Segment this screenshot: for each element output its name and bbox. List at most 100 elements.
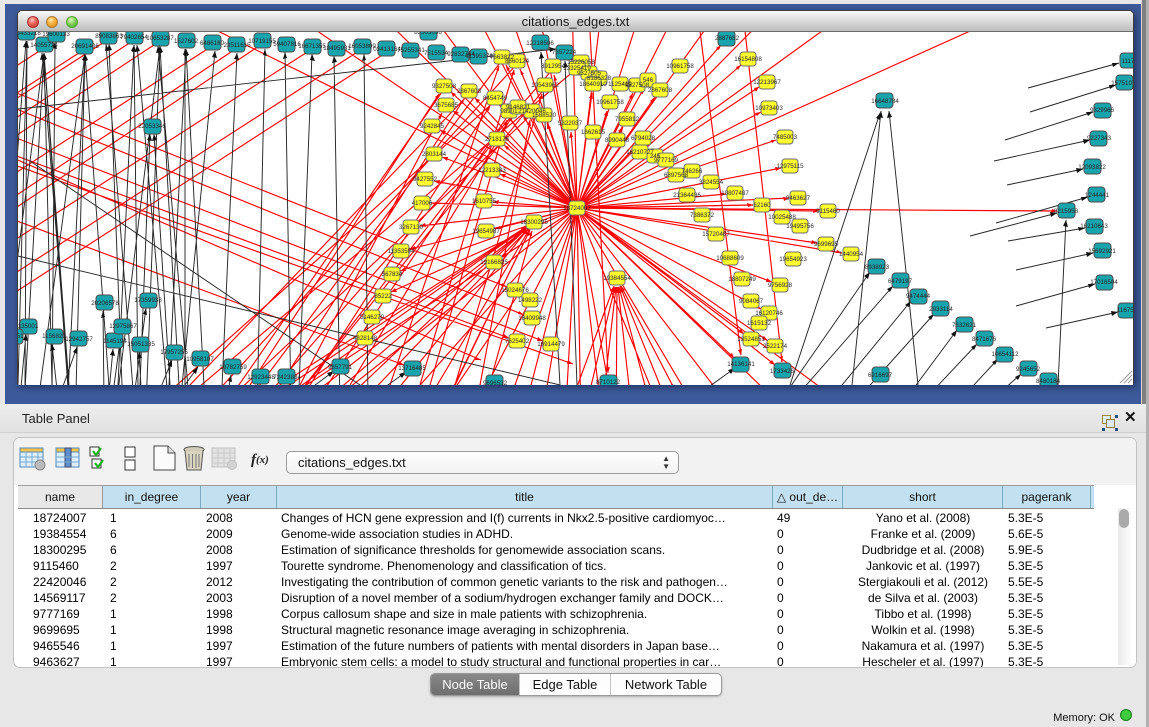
svg-text:10654112: 10654112 <box>991 351 1019 358</box>
svg-text:10719155: 10719155 <box>248 38 276 45</box>
svg-text:15720407: 15720407 <box>702 231 730 238</box>
svg-text:20691406: 20691406 <box>71 43 99 50</box>
svg-text:2933114: 2933114 <box>929 306 953 313</box>
svg-text:6466160: 6466160 <box>200 40 225 47</box>
svg-text:13524851: 13524851 <box>737 336 765 343</box>
svg-text:8660124: 8660124 <box>505 58 530 65</box>
svg-text:10961758: 10961758 <box>596 99 624 106</box>
svg-text:3824554: 3824554 <box>699 179 724 186</box>
svg-text:8480184: 8480184 <box>1036 378 1061 385</box>
svg-text:11353594: 11353594 <box>387 248 415 255</box>
svg-text:7955812: 7955812 <box>615 116 640 123</box>
svg-text:9329966: 9329966 <box>1090 107 1115 114</box>
svg-text:16154808: 16154808 <box>734 56 762 63</box>
svg-text:9699695: 9699695 <box>814 241 839 248</box>
svg-text:10653287: 10653287 <box>146 35 174 42</box>
svg-text:75255341: 75255341 <box>397 47 425 54</box>
svg-text:1125419: 1125419 <box>608 81 632 88</box>
svg-text:2803144: 2803144 <box>422 151 447 158</box>
svg-text:9696532: 9696532 <box>483 380 508 385</box>
svg-text:1733426: 1733426 <box>770 368 795 375</box>
svg-text:417006: 417006 <box>412 200 433 207</box>
svg-text:18724007: 18724007 <box>563 205 591 212</box>
svg-text:2867608: 2867608 <box>648 87 673 94</box>
svg-text:2887682: 2887682 <box>715 35 740 42</box>
svg-text:7357224: 7357224 <box>552 49 577 56</box>
svg-text:1156829: 1156829 <box>42 333 66 340</box>
svg-text:7625402: 7625402 <box>505 338 530 345</box>
svg-text:10958107: 10958107 <box>186 356 214 363</box>
svg-text:546: 546 <box>643 77 654 84</box>
svg-text:19600133: 19600133 <box>42 32 70 38</box>
svg-text:16671355: 16671355 <box>298 43 326 50</box>
svg-text:1244441: 1244441 <box>1085 192 1110 199</box>
svg-text:1610755: 1610755 <box>472 198 497 205</box>
svg-text:83503056: 83503056 <box>414 32 442 36</box>
svg-text:9115460: 9115460 <box>816 208 840 215</box>
svg-text:72423884: 72423884 <box>273 374 301 381</box>
svg-text:14136141: 14136141 <box>727 361 755 368</box>
svg-text:567834: 567834 <box>382 271 403 278</box>
svg-text:6897568: 6897568 <box>664 172 689 179</box>
svg-text:8912954: 8912954 <box>541 63 566 70</box>
svg-text:12975115: 12975115 <box>776 163 804 170</box>
svg-text:16648784: 16648784 <box>871 98 899 105</box>
svg-text:12213967: 12213967 <box>753 79 781 86</box>
svg-text:9427552: 9427552 <box>413 176 438 183</box>
svg-text:10961758: 10961758 <box>666 63 694 70</box>
svg-text:17016504: 17016504 <box>1090 279 1118 286</box>
svg-text:17957255: 17957255 <box>160 349 188 356</box>
svg-text:89083863: 89083863 <box>95 33 123 40</box>
svg-text:18495931: 18495931 <box>323 45 351 52</box>
svg-text:9242845: 9242845 <box>420 123 445 130</box>
svg-text:15751074: 15751074 <box>1111 80 1133 87</box>
svg-text:2718176: 2718176 <box>485 136 510 143</box>
svg-text:9857791: 9857791 <box>328 364 353 371</box>
svg-text:8710122: 8710122 <box>596 379 621 385</box>
svg-text:1588520: 1588520 <box>532 112 557 119</box>
svg-text:12923448: 12923448 <box>247 374 275 381</box>
svg-text:10973403: 10973403 <box>755 105 783 112</box>
svg-text:3267130: 3267130 <box>399 224 424 231</box>
svg-text:10807487: 10807487 <box>721 190 749 197</box>
svg-text:16053809: 16053809 <box>348 43 376 50</box>
svg-text:12218506: 12218506 <box>526 40 554 47</box>
svg-text:10025488: 10025488 <box>768 214 796 221</box>
svg-text:4828148: 4828148 <box>353 335 378 342</box>
svg-text:9463627: 9463627 <box>786 195 811 202</box>
svg-text:13716485: 13716485 <box>398 365 426 372</box>
svg-text:21364436: 21364436 <box>673 192 701 199</box>
svg-text:1527602: 1527602 <box>174 38 199 45</box>
svg-text:16210643: 16210643 <box>1080 223 1108 230</box>
svg-text:19654987: 19654987 <box>472 228 500 235</box>
svg-text:7485003: 7485003 <box>773 134 798 141</box>
svg-text:8215958: 8215958 <box>1054 208 1079 215</box>
svg-text:1615132: 1615132 <box>747 320 772 327</box>
svg-text:16914479: 16914479 <box>537 341 565 348</box>
svg-text:135001: 135001 <box>18 323 39 330</box>
svg-text:18300295: 18300295 <box>520 219 548 226</box>
svg-text:14055724: 14055724 <box>30 42 58 49</box>
svg-text:39151: 39151 <box>18 333 24 340</box>
svg-text:9245652: 9245652 <box>1016 366 1041 373</box>
svg-text:1117: 1117 <box>1122 58 1133 65</box>
svg-text:10688609: 10688609 <box>716 255 744 262</box>
svg-text:15692921: 15692921 <box>1088 248 1116 255</box>
svg-text:1145194: 1145194 <box>103 338 127 345</box>
svg-text:8938923: 8938923 <box>865 264 890 271</box>
svg-text:22053346: 22053346 <box>138 123 166 130</box>
svg-text:12093822: 12093822 <box>1078 164 1106 171</box>
svg-text:62160: 62160 <box>753 202 771 209</box>
svg-text:2867608: 2867608 <box>457 88 482 95</box>
svg-text:8471676: 8471676 <box>972 336 997 343</box>
svg-text:17359938: 17359938 <box>134 297 162 304</box>
svg-text:18807249: 18807249 <box>728 276 756 283</box>
svg-text:10433218: 10433218 <box>18 32 41 37</box>
svg-text:19654923: 19654923 <box>779 256 807 263</box>
svg-text:9756928: 9756928 <box>768 282 793 289</box>
svg-text:16120746: 16120746 <box>755 310 783 317</box>
svg-text:116753: 116753 <box>1117 307 1133 314</box>
svg-text:8990448: 8990448 <box>605 137 630 144</box>
svg-text:19166825: 19166825 <box>480 259 508 266</box>
svg-text:10543962: 10543962 <box>531 82 559 89</box>
